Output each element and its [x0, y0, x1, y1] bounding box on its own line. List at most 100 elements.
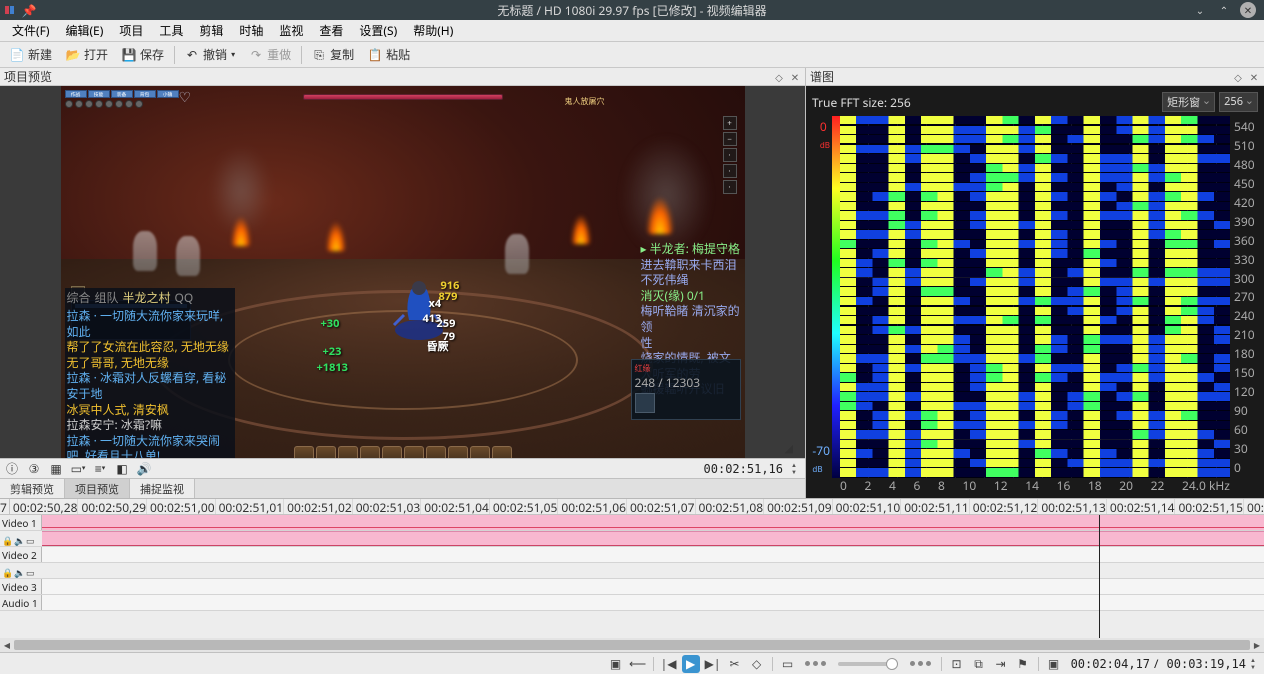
open-button[interactable]: 📂打开 — [60, 44, 114, 65]
skill-bar — [294, 446, 512, 458]
video-preview[interactable]: +30+23+1813916879x441325979昏厥 作战 技能 装备 背… — [0, 86, 805, 458]
chat-tab: QQ — [175, 290, 194, 306]
paste-icon: 📋 — [368, 48, 382, 62]
pc-mode-icon[interactable]: ◧ — [114, 461, 130, 477]
save-label: 保存 — [140, 46, 164, 63]
separator — [174, 46, 175, 64]
copy-button[interactable]: ⎘复制 — [306, 44, 360, 65]
ruler-tick: 00:02:51,01 — [216, 499, 285, 514]
main-area: 项目预览 ◇ ✕ +30+23+1813916879x441325979昏厥 作… — [0, 68, 1264, 498]
timeline-scrollbar[interactable]: ◀ ▶ — [0, 638, 1264, 652]
in-point-button[interactable]: ▣ — [607, 655, 625, 673]
resize-grip-icon[interactable]: ◢ — [785, 441, 793, 456]
pc-info-icon[interactable]: ⓘ — [4, 461, 20, 477]
target-frame: 红缘 248 / 12303 — [631, 359, 741, 420]
menu-tools[interactable]: 工具 — [151, 20, 191, 41]
hud-menu-item: 技能 — [88, 90, 110, 98]
chat-tab: 综合 — [67, 290, 91, 306]
track-v2[interactable] — [42, 547, 1264, 562]
pos-down[interactable]: ▼ — [1250, 664, 1260, 671]
hide-icon[interactable]: ▭ — [26, 566, 36, 576]
menu-project[interactable]: 项目 — [111, 20, 151, 41]
panel-float-button[interactable]: ◇ — [773, 71, 785, 83]
panel-close-button[interactable]: ✕ — [789, 71, 801, 83]
minimize-button[interactable]: ⌄ — [1192, 2, 1208, 18]
chat-tab: 半龙之村 — [123, 290, 171, 306]
pc-audio-icon[interactable]: 🔊 — [136, 461, 152, 477]
preview-controls: ⓘ ③ ▦ ▭▾ ≡▾ ◧ 🔊 00:02:51,16 ▲▼ — [0, 458, 805, 478]
menu-help[interactable]: 帮助(H) — [405, 20, 461, 41]
next-button[interactable]: ▶| — [704, 655, 722, 673]
timecode-toggle[interactable]: ▣ — [1045, 655, 1063, 673]
spectrogram-canvas[interactable] — [840, 116, 1230, 478]
paste-button[interactable]: 📋粘贴 — [362, 44, 416, 65]
track-v1[interactable] — [42, 515, 1264, 530]
panel-float-button[interactable]: ◇ — [1232, 71, 1244, 83]
redo-label: 重做 — [267, 46, 291, 63]
track-head-v2[interactable]: Video 2 — [0, 547, 42, 562]
menu-timeline[interactable]: 时轴 — [231, 20, 271, 41]
undo-icon: ↶ — [185, 48, 199, 62]
window-select[interactable]: 矩形窗 — [1162, 92, 1215, 112]
tab-capture-monitor[interactable]: 捕捉监视 — [130, 479, 195, 498]
spectrogram: True FFT size: 256 矩形窗 256 0dB -70dB 540… — [806, 86, 1264, 498]
flag-button[interactable]: ⚑ — [1014, 655, 1032, 673]
lock-icon[interactable]: 🔒 — [2, 534, 12, 544]
hide-icon[interactable]: ▭ — [26, 534, 36, 544]
save-button[interactable]: 💾保存 — [116, 44, 170, 65]
speaker-icon[interactable]: 🔈 — [14, 534, 24, 544]
snap-button[interactable]: ⧉ — [970, 655, 988, 673]
guide-button[interactable]: ⇥ — [992, 655, 1010, 673]
map-btn: · — [723, 180, 737, 194]
playhead[interactable] — [1099, 515, 1100, 638]
pc-grid-icon[interactable]: ▦ — [48, 461, 64, 477]
menu-file[interactable]: 文件(F) — [4, 20, 57, 41]
ruler-tick: 00:02:51,03 — [353, 499, 422, 514]
maximize-button[interactable]: ⌃ — [1216, 2, 1232, 18]
hud-top-menu: 作战 技能 装备 背包 小镇 — [65, 90, 179, 98]
panel-close-button[interactable]: ✕ — [1248, 71, 1260, 83]
track-head-v3[interactable]: Video 3 — [0, 579, 42, 594]
fit-button[interactable]: ⊡ — [948, 655, 966, 673]
pc-fit-icon[interactable]: ▭▾ — [70, 461, 86, 477]
track-v3[interactable] — [42, 579, 1264, 594]
speaker-icon[interactable]: 🔈 — [14, 566, 24, 576]
play-button[interactable]: ▶ — [682, 655, 700, 673]
out-point-button[interactable]: ⟵ — [629, 655, 647, 673]
map-zoom-in: + — [723, 116, 737, 130]
damage-number: +23 — [323, 344, 342, 359]
prev-button[interactable]: |◀ — [660, 655, 678, 673]
marker-button[interactable]: ◇ — [748, 655, 766, 673]
close-button[interactable]: ✕ — [1240, 2, 1256, 18]
track-head-v1[interactable]: Video 1 — [0, 515, 42, 530]
menu-monitor[interactable]: 监视 — [271, 20, 311, 41]
ruler-tick: 00:02:51,07 — [627, 499, 696, 514]
track-a1[interactable] — [42, 595, 1264, 610]
cut-button[interactable]: ✂ — [726, 655, 744, 673]
scroll-left[interactable]: ◀ — [0, 638, 14, 652]
menu-edit[interactable]: 编辑(E) — [57, 20, 111, 41]
zone-button[interactable]: ▭ — [779, 655, 797, 673]
menu-clip[interactable]: 剪辑 — [191, 20, 231, 41]
damage-number: x4 — [429, 296, 442, 311]
zoom-slider[interactable] — [838, 662, 898, 666]
tab-project-preview[interactable]: 项目预览 — [65, 479, 130, 498]
track-ctrl-v2: 🔒🔈▭ — [0, 563, 42, 578]
lock-icon[interactable]: 🔒 — [2, 566, 12, 576]
boss-hp-bar — [303, 90, 503, 104]
ruler-start: 7 — [0, 499, 10, 514]
pc-deinterlace-icon[interactable]: ≡▾ — [92, 461, 108, 477]
scroll-right[interactable]: ▶ — [1250, 638, 1264, 652]
timecode-down[interactable]: ▼ — [791, 469, 801, 476]
new-button[interactable]: 📄新建 — [4, 44, 58, 65]
menu-settings[interactable]: 设置(S) — [351, 20, 405, 41]
undo-button[interactable]: ↶撤销▾ — [179, 44, 241, 65]
ruler-tick: 00:02:51,16 — [1244, 499, 1264, 514]
time-ruler[interactable]: 7 00:02:50,2800:02:50,2900:02:51,0000:02… — [0, 499, 1264, 515]
track-head-a1[interactable]: Audio 1 — [0, 595, 42, 610]
fft-size-select[interactable]: 256 — [1219, 92, 1258, 112]
pc-cell-icon[interactable]: ③ — [26, 461, 42, 477]
menu-view[interactable]: 查看 — [311, 20, 351, 41]
pin-icon[interactable]: 📌 — [22, 3, 36, 17]
tab-clip-preview[interactable]: 剪辑预览 — [0, 479, 65, 498]
